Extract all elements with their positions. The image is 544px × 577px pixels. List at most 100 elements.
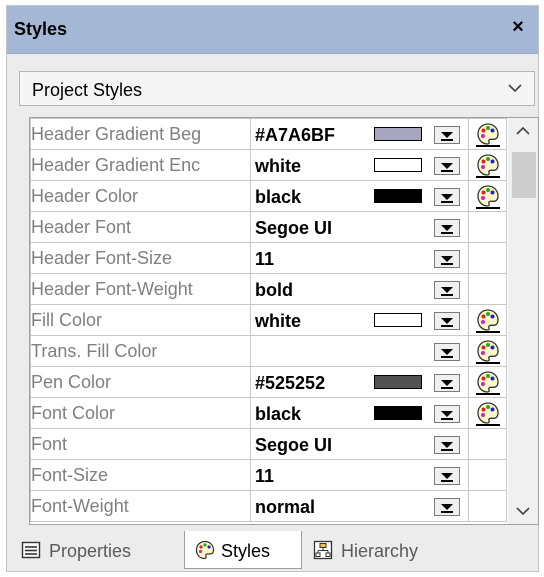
property-value-cell[interactable]: #A7A6BF bbox=[250, 118, 469, 150]
value-dropdown-button[interactable] bbox=[434, 281, 460, 299]
dropdown-arrow-icon bbox=[441, 473, 453, 479]
table-row[interactable]: Trans. Fill Color bbox=[30, 335, 507, 367]
value-dropdown-button[interactable] bbox=[434, 157, 460, 175]
hierarchy-icon bbox=[313, 540, 333, 560]
value-dropdown-button[interactable] bbox=[434, 467, 460, 485]
color-swatch bbox=[374, 406, 422, 420]
property-value-cell[interactable]: Segoe UI bbox=[250, 211, 469, 243]
table-row[interactable]: Header Font-Size 11 bbox=[30, 242, 507, 274]
dropdown-arrow-icon bbox=[441, 411, 453, 417]
dropdown-arrow-icon bbox=[441, 194, 453, 200]
table-row[interactable]: Header Gradient Enc white bbox=[30, 149, 507, 181]
dropdown-underline bbox=[441, 387, 453, 389]
dropdown-arrow-icon bbox=[441, 287, 453, 293]
color-picker-cell[interactable] bbox=[468, 366, 507, 398]
table-row[interactable]: Header Font Segoe UI bbox=[30, 211, 507, 243]
color-picker-cell bbox=[468, 242, 507, 274]
styles-scope-value: Project Styles bbox=[32, 80, 143, 100]
color-picker-cell[interactable] bbox=[468, 180, 507, 212]
color-swatch bbox=[374, 189, 422, 203]
color-picker-cell[interactable] bbox=[468, 335, 507, 367]
table-row[interactable]: Fill Color white bbox=[30, 304, 507, 336]
table-row[interactable]: Pen Color #525252 bbox=[30, 366, 507, 398]
property-name: Header Font bbox=[30, 211, 251, 243]
property-value-cell[interactable]: 11 bbox=[250, 242, 469, 274]
dropdown-underline bbox=[441, 232, 453, 234]
property-value-cell[interactable]: bold bbox=[250, 273, 469, 305]
palette-icon[interactable] bbox=[475, 340, 501, 364]
vertical-scrollbar[interactable] bbox=[508, 118, 538, 524]
property-name: Header Gradient Enc bbox=[30, 149, 251, 181]
palette-icon[interactable] bbox=[475, 185, 501, 209]
palette-icon[interactable] bbox=[475, 371, 501, 395]
property-value-cell[interactable] bbox=[250, 335, 469, 367]
dropdown-arrow-icon bbox=[441, 318, 453, 324]
value-dropdown-button[interactable] bbox=[434, 343, 460, 361]
property-value-cell[interactable]: #525252 bbox=[250, 366, 469, 398]
property-value-cell[interactable]: black bbox=[250, 180, 469, 212]
value-dropdown-button[interactable] bbox=[434, 219, 460, 237]
property-value-cell[interactable]: Segoe UI bbox=[250, 428, 469, 460]
property-value-cell[interactable]: 11 bbox=[250, 459, 469, 491]
color-picker-cell[interactable] bbox=[468, 304, 507, 336]
dropdown-arrow-icon bbox=[441, 442, 453, 448]
table-row[interactable]: Font Segoe UI bbox=[30, 428, 507, 460]
property-value-cell[interactable]: white bbox=[250, 149, 469, 181]
color-picker-cell[interactable] bbox=[468, 397, 507, 429]
property-value: 11 bbox=[255, 249, 275, 269]
dropdown-underline bbox=[441, 263, 453, 265]
palette-icon[interactable] bbox=[475, 123, 501, 147]
scrollbar-thumb[interactable] bbox=[512, 152, 536, 198]
color-swatch bbox=[374, 158, 422, 172]
table-row[interactable]: Header Color black bbox=[30, 180, 507, 212]
property-name: Trans. Fill Color bbox=[30, 335, 251, 367]
properties-icon bbox=[21, 541, 41, 559]
tab-hierarchy[interactable]: Hierarchy bbox=[307, 531, 457, 569]
value-dropdown-button[interactable] bbox=[434, 405, 460, 423]
property-value-cell[interactable]: white bbox=[250, 304, 469, 336]
dropdown-arrow-icon bbox=[441, 163, 453, 169]
property-value-cell[interactable]: black bbox=[250, 397, 469, 429]
value-dropdown-button[interactable] bbox=[434, 436, 460, 454]
property-name: Pen Color bbox=[30, 366, 251, 398]
value-dropdown-button[interactable] bbox=[434, 312, 460, 330]
dropdown-arrow-icon bbox=[441, 225, 453, 231]
dropdown-underline bbox=[441, 201, 453, 203]
dropdown-underline bbox=[441, 139, 453, 141]
styles-scope-dropdown[interactable]: Project Styles bbox=[19, 71, 535, 106]
dropdown-underline bbox=[441, 511, 453, 513]
panel-titlebar: Styles × bbox=[7, 6, 538, 54]
panel-tab-bar: Properties Styles Hierarchy bbox=[7, 529, 538, 571]
value-dropdown-button[interactable] bbox=[434, 498, 460, 516]
value-dropdown-button[interactable] bbox=[434, 374, 460, 392]
color-picker-cell[interactable] bbox=[468, 149, 507, 181]
table-row[interactable]: Font-Size 11 bbox=[30, 459, 507, 491]
color-picker-cell bbox=[468, 490, 507, 522]
close-icon[interactable]: × bbox=[508, 16, 528, 39]
table-row[interactable]: Font Color black bbox=[30, 397, 507, 429]
color-picker-cell bbox=[468, 273, 507, 305]
table-row[interactable]: Font-Weight normal bbox=[30, 490, 507, 522]
dropdown-arrow-icon bbox=[441, 256, 453, 262]
scroll-up-icon[interactable] bbox=[516, 126, 530, 136]
panel-title: Styles bbox=[14, 19, 68, 39]
property-value-cell[interactable]: normal bbox=[250, 490, 469, 522]
dropdown-underline bbox=[441, 170, 453, 172]
palette-icon[interactable] bbox=[475, 309, 501, 333]
value-dropdown-button[interactable] bbox=[434, 188, 460, 206]
scroll-down-icon[interactable] bbox=[516, 506, 530, 516]
styles-grid: Header Gradient Beg #A7A6BF Header Gradien… bbox=[29, 117, 539, 525]
color-picker-cell[interactable] bbox=[468, 118, 507, 150]
table-row[interactable]: Header Gradient Beg #A7A6BF bbox=[30, 118, 507, 150]
palette-icon[interactable] bbox=[475, 402, 501, 426]
tab-hierarchy-label: Hierarchy bbox=[341, 541, 419, 561]
value-dropdown-button[interactable] bbox=[434, 126, 460, 144]
property-value: black bbox=[255, 404, 302, 424]
dropdown-underline bbox=[441, 480, 453, 482]
palette-icon[interactable] bbox=[475, 154, 501, 178]
value-dropdown-button[interactable] bbox=[434, 250, 460, 268]
table-row[interactable]: Header Font-Weight bold bbox=[30, 273, 507, 305]
property-value: #A7A6BF bbox=[255, 125, 336, 145]
tab-styles[interactable]: Styles bbox=[184, 531, 302, 569]
tab-properties[interactable]: Properties bbox=[11, 531, 177, 569]
